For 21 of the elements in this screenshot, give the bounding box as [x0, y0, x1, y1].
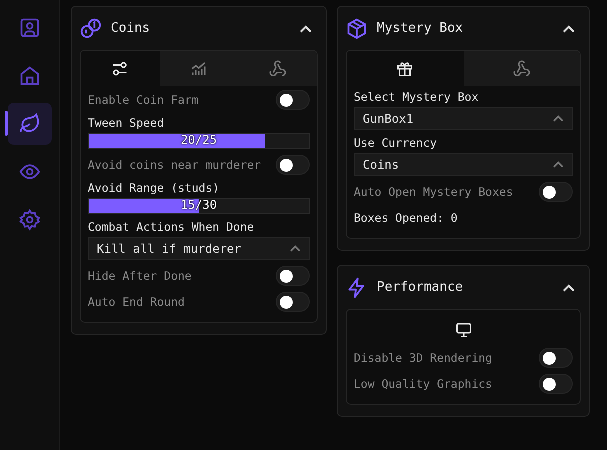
dropdown[interactable]: Kill all if murderer	[88, 237, 310, 260]
dropdown-label: Combat Actions When Done	[88, 220, 256, 234]
slider-track[interactable]: 20/25	[88, 133, 310, 149]
dropdown-label: Use Currency	[354, 136, 438, 150]
panel-title: Performance	[377, 280, 464, 295]
setting-label: Avoid coins near murderer	[88, 158, 262, 172]
dropdown[interactable]: GunBox1	[354, 107, 573, 130]
setting-label: Auto End Round	[88, 295, 185, 309]
setting-label: Hide After Done	[88, 269, 192, 283]
slider-label: Avoid Range (studs)	[88, 181, 221, 195]
setting-label: Low Quality Graphics	[354, 377, 492, 391]
setting-label: Auto Open Mystery Boxes	[354, 185, 514, 199]
dropdown[interactable]: Coins	[354, 153, 573, 176]
slider-value: 20/25	[180, 133, 218, 147]
dropdown-label: Select Mystery Box	[354, 90, 480, 104]
status-text: Boxes Opened: 0	[354, 211, 458, 225]
setting-label: Disable 3D Rendering	[354, 351, 492, 365]
slider-label: Tween Speed	[88, 116, 166, 130]
panel-title: Coins	[111, 21, 152, 36]
panel-title: Mystery Box	[377, 21, 464, 36]
setting-label: Enable Coin Farm	[88, 93, 199, 107]
